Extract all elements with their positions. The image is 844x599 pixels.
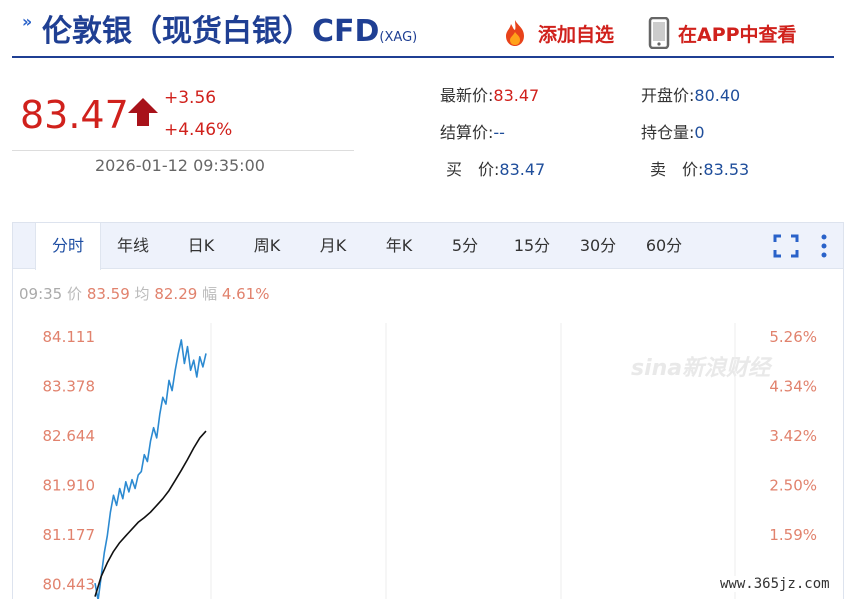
y-tick-label-right: 1.59% [769,526,817,544]
tab-weekly-k[interactable]: 周K [239,223,295,269]
price-change: +3.56 [164,88,217,108]
y-tick-label-right: 4.34% [769,377,817,395]
stat-label: 最新价: [440,86,494,105]
stat-settlement: 结算价:-- [440,119,505,143]
info-avg: 82.29 [154,285,198,303]
tab-year-line[interactable]: 年线 [105,223,161,269]
fullscreen-icon[interactable] [773,234,799,258]
quote-timestamp: 2026-01-12 09:35:00 [95,156,265,175]
stat-open: 开盘价:80.40 [641,82,740,106]
tab-yearly-k[interactable]: 年K [371,223,427,269]
price-change-percent: +4.46% [164,120,233,140]
page-header: ›› 伦敦银（现货白银）CFD(XAG) 添加自选 在APP中查看 [0,0,844,56]
site-watermark: www.365jz.com [720,576,830,592]
stat-latest: 最新价:83.47 [440,82,539,106]
info-price: 83.59 [86,285,130,303]
stat-value: 83.53 [703,160,750,179]
stat-value: 83.47 [499,160,546,179]
double-chevron-icon: ›› [22,12,32,31]
stat-value: -- [493,123,505,142]
arrow-up-icon [128,98,158,126]
add-watchlist-button[interactable]: 添加自选 [500,15,614,51]
stat-label: 结算价: [440,123,494,142]
quote-divider [12,150,354,151]
y-tick-label-left: 81.177 [43,526,96,544]
header-divider [12,56,834,58]
tab-intraday[interactable]: 分时 [35,223,101,270]
tab-monthly-k[interactable]: 月K [305,223,361,269]
stat-value: 83.47 [493,86,540,105]
more-vertical-icon[interactable] [819,234,829,258]
y-tick-label-left: 80.443 [43,576,96,594]
add-watchlist-label: 添加自选 [538,23,615,46]
chart-tabs: 分时 年线 日K 周K 月K 年K 5分 15分 30分 60分 [13,223,843,270]
page-title: 伦敦银（现货白银）CFD(XAG) [42,6,417,50]
stat-ask: 卖 价:83.53 [650,156,749,180]
stat-label: 持仓量: [641,123,695,142]
y-tick-label-left: 81.910 [43,476,96,494]
view-in-app-label: 在APP中查看 [678,23,797,46]
phone-icon [648,17,670,49]
tab-daily-k[interactable]: 日K [173,223,229,269]
y-tick-label-left: 82.644 [43,427,96,445]
flame-icon [506,20,524,46]
current-price: 83.47 [20,93,129,137]
view-in-app-button[interactable]: 在APP中查看 [648,15,797,51]
tab-60min[interactable]: 60分 [635,223,693,269]
info-amp-label: 幅 [202,285,218,303]
instrument-name: 伦敦银（现货白银）CFD [42,14,380,49]
y-tick-label-left: 83.378 [43,377,96,395]
tab-5min[interactable]: 5分 [439,223,491,269]
stat-bid: 买 价:83.47 [446,156,545,180]
average-price-line [94,430,207,597]
stat-value: 0 [694,123,705,142]
stat-open-interest: 持仓量:0 [641,119,705,143]
info-time: 09:35 [19,285,63,303]
stat-value: 80.40 [694,86,741,105]
chart-panel: 分时 年线 日K 周K 月K 年K 5分 15分 30分 60分 09:35 价… [12,222,844,599]
crosshair-info: 09:35 价 83.59 均 82.29 幅 4.61% [19,283,270,304]
intraday-chart[interactable]: 84.111 5.26% 83.378 4.34% 82.644 3.42% 81.910 2… [13,323,843,599]
instrument-code: (XAG) [379,30,418,45]
y-tick-label-right: 5.26% [769,328,817,346]
stat-label: 买 价: [446,160,500,179]
tab-15min[interactable]: 15分 [503,223,561,269]
y-tick-label-right: 3.42% [769,427,817,445]
stat-label: 开盘价: [641,86,695,105]
info-amp: 4.61% [221,285,270,303]
y-tick-label-left: 84.111 [43,328,96,346]
y-tick-label-right: 2.50% [769,476,817,494]
price-line [94,339,207,599]
stat-label: 卖 价: [650,160,704,179]
info-avg-label: 均 [134,285,150,303]
tab-30min[interactable]: 30分 [569,223,627,269]
info-price-label: 价 [67,285,83,303]
